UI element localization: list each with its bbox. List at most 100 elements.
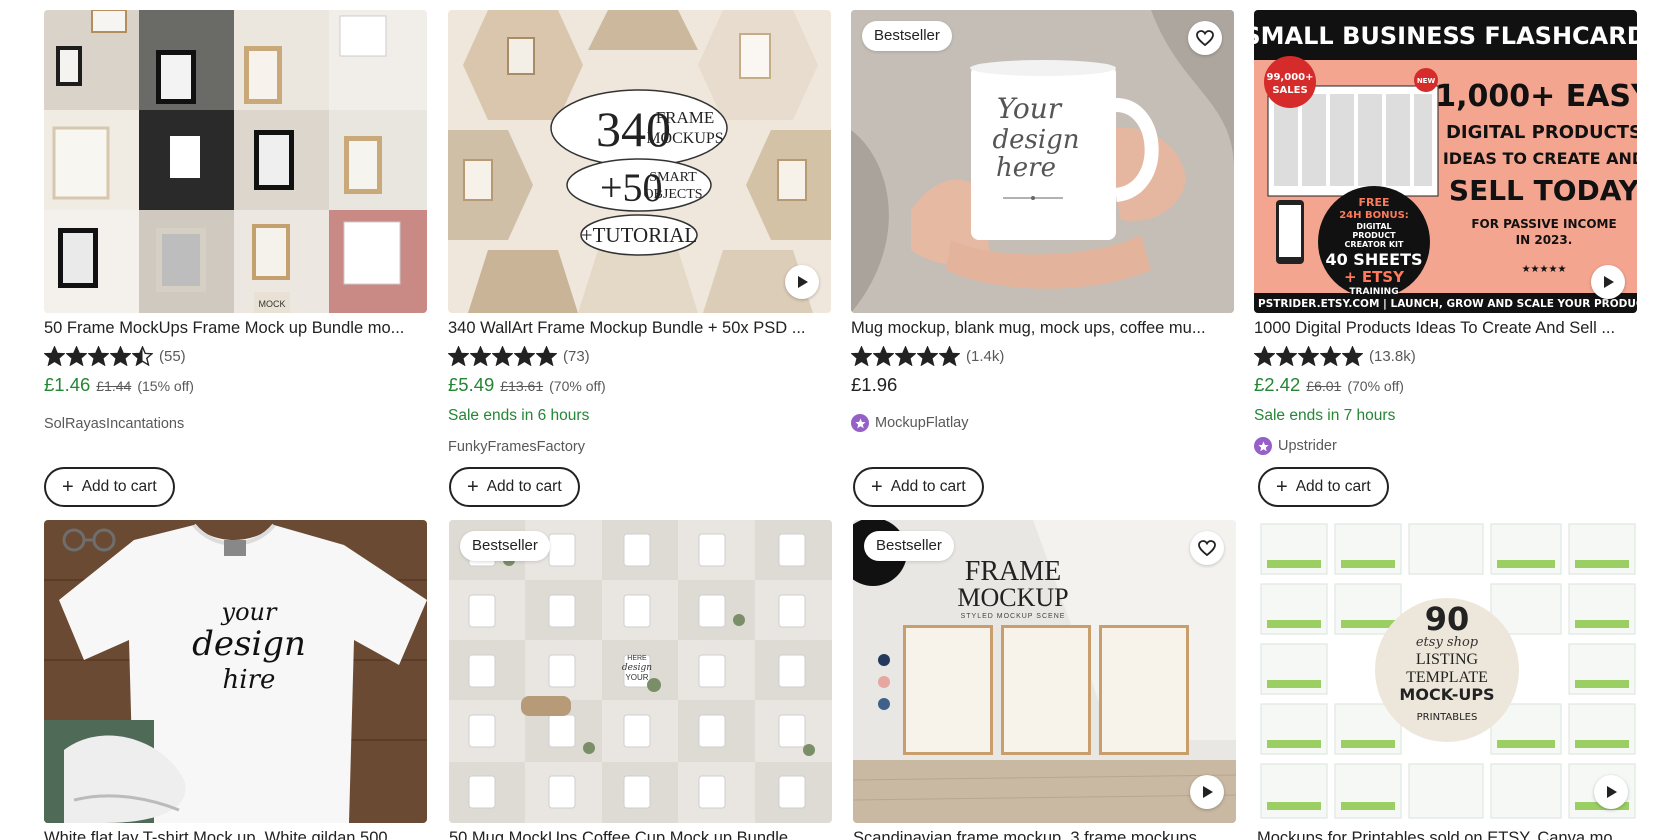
image-caption: MOCK bbox=[259, 299, 286, 309]
image-caption: STYLED MOCKUP SCENE bbox=[961, 613, 1066, 620]
image-heading: SMALL BUSINESS FLASHCARD bbox=[1254, 22, 1637, 50]
discount: (70% off) bbox=[549, 378, 606, 394]
video-play-button[interactable] bbox=[1190, 775, 1224, 809]
star-icon bbox=[917, 346, 938, 366]
listing-image[interactable]: SMALL BUSINESS FLASHCARD PSTRIDER.ETSY.C… bbox=[1254, 10, 1637, 313]
image-caption: 24H BONUS: bbox=[1339, 210, 1409, 221]
plus-icon: + bbox=[871, 476, 883, 498]
image-caption: MOCKUP bbox=[957, 583, 1068, 612]
favorite-button[interactable] bbox=[1190, 531, 1224, 565]
listing-title[interactable]: White flat lay T-shirt Mock up, White gi… bbox=[44, 829, 427, 840]
image-caption: FOR PASSIVE INCOME bbox=[1471, 217, 1616, 231]
star-icon bbox=[536, 346, 557, 366]
price-row: £5.49 £13.61 (70% off) bbox=[448, 374, 606, 396]
star-icon bbox=[939, 346, 960, 366]
shop-name-label: Upstrider bbox=[1278, 438, 1337, 454]
star-rating bbox=[851, 346, 960, 366]
shop-name[interactable]: FunkyFramesFactory bbox=[448, 439, 585, 455]
star-rating bbox=[448, 346, 557, 366]
star-rating bbox=[1254, 346, 1363, 366]
star-icon bbox=[873, 346, 894, 366]
listing-title[interactable]: 50 Frame MockUps Frame Mock up Bundle mo… bbox=[44, 319, 427, 338]
plus-icon: + bbox=[467, 476, 479, 498]
star-seller-icon bbox=[851, 414, 869, 432]
digital-products-image: SMALL BUSINESS FLASHCARD PSTRIDER.ETSY.C… bbox=[1254, 10, 1637, 313]
video-play-button[interactable] bbox=[785, 265, 819, 299]
image-caption: TEMPLATE bbox=[1406, 669, 1488, 686]
shop-name-label: SolRayasIncantations bbox=[44, 416, 185, 432]
price-row: £1.96 bbox=[851, 374, 897, 396]
add-to-cart-button[interactable]: + Add to cart bbox=[853, 467, 984, 507]
scandinavian-frame-image: FRAME MOCKUP STYLED MOCKUP SCENE bbox=[853, 520, 1236, 823]
listing-title[interactable]: Scandinavian frame mockup, 3 frame mocku… bbox=[853, 829, 1236, 840]
mug-collage-image: YOUR design HERE bbox=[449, 520, 832, 823]
image-caption: YOUR bbox=[625, 673, 648, 682]
listing-title[interactable]: Mockups for Printables sold on ETSY, Can… bbox=[1257, 829, 1640, 840]
sale-price: £5.49 bbox=[448, 374, 495, 395]
bestseller-badge: Bestseller bbox=[862, 21, 952, 51]
listing-image[interactable]: MOCK bbox=[44, 10, 427, 313]
review-count: (55) bbox=[159, 347, 186, 365]
plus-icon: + bbox=[1276, 476, 1288, 498]
sale-price: £1.46 bbox=[44, 374, 91, 395]
listing-image[interactable]: your design hire bbox=[44, 520, 427, 823]
listing-title[interactable]: Mug mockup, blank mug, mock ups, coffee … bbox=[851, 319, 1234, 338]
shop-name[interactable]: Upstrider bbox=[1254, 437, 1337, 455]
play-icon bbox=[1604, 276, 1614, 288]
shop-name[interactable]: SolRayasIncantations bbox=[44, 416, 184, 432]
add-to-cart-button[interactable]: + Add to cart bbox=[1258, 467, 1389, 507]
svg-text:★★★★★: ★★★★★ bbox=[1522, 264, 1567, 275]
frame-bundle-image: 340 FRAME MOCKUPS +50 SMART OBJECTS +TUT… bbox=[448, 10, 831, 313]
image-caption: FRAME bbox=[656, 108, 715, 127]
image-caption: FREE bbox=[1358, 196, 1389, 209]
heart-icon bbox=[1196, 30, 1214, 46]
listing-title[interactable]: 340 WallArt Frame Mockup Bundle + 50x PS… bbox=[448, 319, 831, 338]
listing-image[interactable]: 340 FRAME MOCKUPS +50 SMART OBJECTS +TUT… bbox=[448, 10, 831, 313]
rating: (73) bbox=[448, 345, 590, 367]
discount: (15% off) bbox=[137, 378, 194, 394]
image-caption: DIGITAL PRODUCTS bbox=[1446, 122, 1637, 143]
shop-name-label: FunkyFramesFactory bbox=[448, 439, 585, 455]
star-icon bbox=[470, 346, 491, 366]
add-to-cart-button[interactable]: + Add to cart bbox=[44, 467, 175, 507]
image-caption: Your bbox=[997, 92, 1063, 125]
image-caption: LISTING bbox=[1416, 651, 1479, 668]
star-icon bbox=[1342, 346, 1363, 366]
listing-image[interactable]: YOUR design HERE Bestseller bbox=[449, 520, 832, 823]
shop-name[interactable]: MockupFlatlay bbox=[851, 414, 968, 432]
video-play-button[interactable] bbox=[1594, 775, 1628, 809]
printables-mockup-image: 90 etsy shop LISTING TEMPLATE MOCK-UPS P… bbox=[1257, 520, 1640, 823]
listing-image[interactable]: Your design here Bestseller bbox=[851, 10, 1234, 313]
image-caption: SMART bbox=[649, 170, 697, 185]
original-price: £1.44 bbox=[96, 378, 132, 394]
star-rating bbox=[44, 346, 153, 366]
add-to-cart-button[interactable]: + Add to cart bbox=[449, 467, 580, 507]
plus-icon: + bbox=[62, 476, 74, 498]
image-caption: etsy shop bbox=[1416, 635, 1479, 650]
listing-image[interactable]: 90 etsy shop LISTING TEMPLATE MOCK-UPS P… bbox=[1257, 520, 1640, 823]
original-price: £13.61 bbox=[500, 378, 544, 394]
image-caption: +TUTORIAL bbox=[581, 223, 697, 247]
star-icon bbox=[66, 346, 87, 366]
image-caption: 1,000+ EASY bbox=[1435, 79, 1637, 114]
image-caption: 40 SHEETS bbox=[1325, 250, 1422, 269]
rating: (55) bbox=[44, 345, 186, 367]
mug-mockup-image: Your design here bbox=[851, 10, 1234, 313]
star-icon bbox=[1320, 346, 1341, 366]
discount: (70% off) bbox=[1347, 378, 1404, 394]
image-caption: DIGITAL bbox=[1356, 222, 1391, 231]
listing-title[interactable]: 50 Mug MockUps Coffee Cup Mock up Bundle… bbox=[449, 829, 832, 840]
price-row: £2.42 £6.01 (70% off) bbox=[1254, 374, 1404, 396]
video-play-button[interactable] bbox=[1591, 265, 1625, 299]
image-caption: design bbox=[992, 125, 1079, 155]
image-footer: PSTRIDER.ETSY.COM | LAUNCH, GROW AND SCA… bbox=[1258, 298, 1637, 310]
price: £1.96 bbox=[851, 374, 898, 395]
favorite-button[interactable] bbox=[1188, 21, 1222, 55]
image-caption: CREATOR KIT bbox=[1345, 240, 1404, 249]
image-caption: your bbox=[221, 598, 278, 626]
sale-countdown: Sale ends in 7 hours bbox=[1254, 407, 1396, 424]
listing-title[interactable]: 1000 Digital Products Ideas To Create An… bbox=[1254, 319, 1637, 338]
star-icon bbox=[132, 346, 153, 366]
listing-image[interactable]: FRAME MOCKUP STYLED MOCKUP SCENE Bestsel… bbox=[853, 520, 1236, 823]
image-caption: SALES bbox=[1272, 85, 1307, 96]
